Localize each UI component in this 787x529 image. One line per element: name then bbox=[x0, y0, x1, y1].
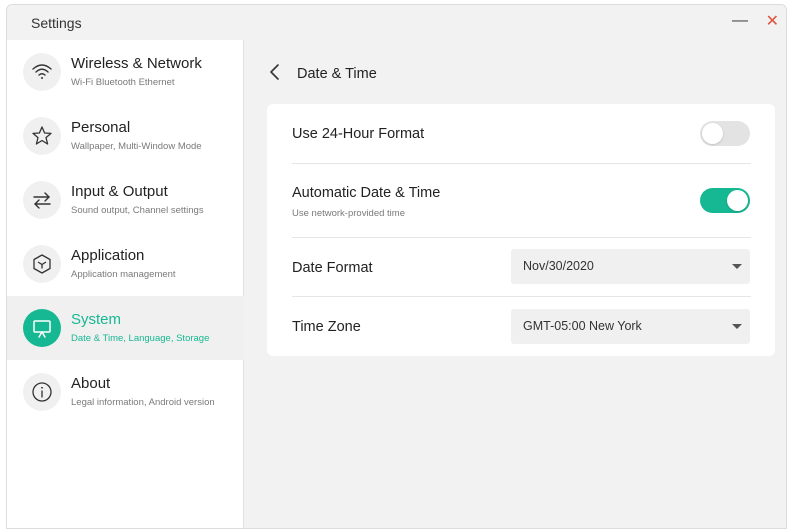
automatic-date-time-toggle[interactable] bbox=[700, 188, 750, 213]
toggle-knob bbox=[727, 190, 748, 211]
use-24-hour-row: Use 24-Hour Format bbox=[292, 104, 750, 163]
close-icon[interactable]: ✕ bbox=[766, 11, 779, 31]
date-format-select[interactable]: Nov/30/2020 bbox=[511, 249, 750, 284]
time-zone-select[interactable]: GMT-05:00 New York bbox=[511, 309, 750, 344]
date-format-value: Nov/30/2020 bbox=[523, 259, 594, 273]
use-24-hour-toggle[interactable] bbox=[700, 121, 750, 146]
window-title: Settings bbox=[31, 15, 82, 31]
wifi-icon bbox=[23, 53, 61, 91]
info-icon bbox=[23, 373, 61, 411]
minimize-icon[interactable]: — bbox=[732, 12, 748, 30]
sidebar-item-label: Wireless & Network bbox=[71, 55, 202, 72]
sidebar-item-sublabel: Legal information, Android version bbox=[71, 397, 215, 408]
sidebar-item-label: System bbox=[71, 311, 122, 328]
caret-down-icon bbox=[732, 264, 742, 269]
automatic-date-time-label: Automatic Date & Time bbox=[292, 185, 441, 201]
settings-window: Settings — ✕ Wireless & Network Wi-Fi Bl… bbox=[6, 4, 787, 529]
settings-card: Use 24-Hour Format Automatic Date & Time… bbox=[267, 104, 775, 356]
page-title: Date & Time bbox=[297, 66, 377, 82]
sidebar-item-personal[interactable]: Personal Wallpaper, Multi-Window Mode bbox=[7, 104, 244, 168]
time-zone-label: Time Zone bbox=[292, 319, 361, 335]
star-icon bbox=[23, 117, 61, 155]
time-zone-value: GMT-05:00 New York bbox=[523, 319, 642, 333]
cube-icon bbox=[23, 245, 61, 283]
toggle-knob bbox=[702, 123, 723, 144]
sidebar-item-label: About bbox=[71, 375, 111, 392]
date-format-label: Date Format bbox=[292, 260, 373, 276]
automatic-date-time-sublabel: Use network-provided time bbox=[292, 208, 405, 219]
use-24-hour-label: Use 24-Hour Format bbox=[292, 126, 425, 142]
main-panel: Date & Time Use 24-Hour Format Automatic… bbox=[245, 40, 786, 528]
sidebar-item-sublabel: Wi-Fi Bluetooth Ethernet bbox=[71, 77, 175, 88]
caret-down-icon bbox=[732, 324, 742, 329]
sidebar-item-application[interactable]: Application Application management bbox=[7, 232, 244, 296]
time-zone-row: Time Zone GMT-05:00 New York bbox=[292, 297, 750, 355]
sidebar-item-wireless-network[interactable]: Wireless & Network Wi-Fi Bluetooth Ether… bbox=[7, 40, 244, 104]
automatic-date-time-row: Automatic Date & Time Use network-provid… bbox=[292, 164, 750, 236]
sidebar-item-sublabel: Wallpaper, Multi-Window Mode bbox=[71, 141, 202, 152]
title-bar: Settings — ✕ bbox=[7, 5, 786, 40]
sidebar-item-label: Input & Output bbox=[71, 183, 168, 200]
sidebar-item-label: Application bbox=[71, 247, 145, 264]
monitor-icon bbox=[23, 309, 61, 347]
sidebar-item-sublabel: Sound output, Channel settings bbox=[71, 205, 204, 216]
sidebar-item-label: Personal bbox=[71, 119, 131, 136]
arrows-swap-icon bbox=[23, 181, 61, 219]
sidebar-item-sublabel: Date & Time, Language, Storage bbox=[71, 333, 210, 344]
sidebar-item-sublabel: Application management bbox=[71, 269, 176, 280]
sidebar-item-about[interactable]: About Legal information, Android version bbox=[7, 360, 244, 424]
sidebar-item-input-output[interactable]: Input & Output Sound output, Channel set… bbox=[7, 168, 244, 232]
chevron-left-icon[interactable] bbox=[265, 61, 285, 83]
date-format-row: Date Format Nov/30/2020 bbox=[292, 238, 750, 296]
sidebar: Wireless & Network Wi-Fi Bluetooth Ether… bbox=[7, 40, 244, 528]
sidebar-item-system[interactable]: System Date & Time, Language, Storage bbox=[7, 296, 244, 360]
